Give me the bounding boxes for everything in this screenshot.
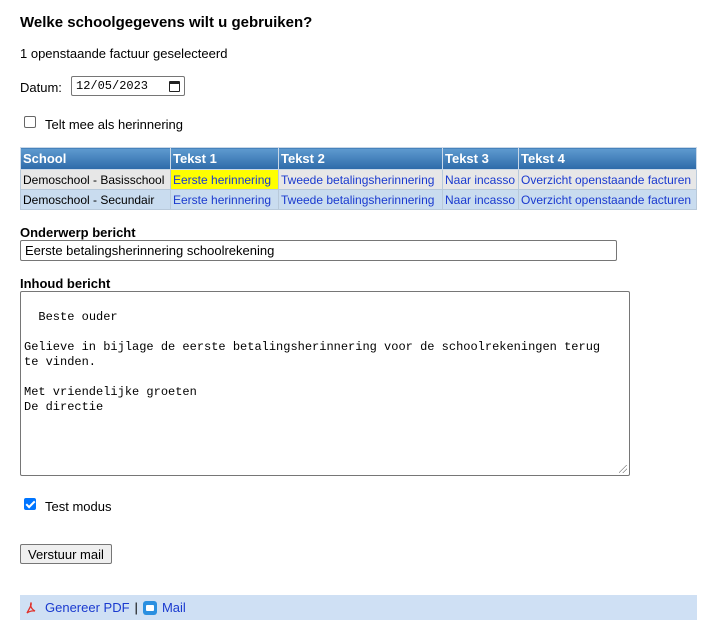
pdf-icon xyxy=(26,601,36,614)
subject-label: Onderwerp bericht xyxy=(20,225,136,240)
tekst2-link[interactable]: Tweede betalingsherinnering xyxy=(278,169,443,190)
school-cell: Demoschool - Basisschool xyxy=(20,169,171,190)
page-heading: Welke schoolgegevens wilt u gebruiken? xyxy=(20,14,313,31)
subject-input[interactable]: Eerste betalingsherinnering schoolrekeni… xyxy=(20,240,617,261)
datum-label: Datum: xyxy=(20,80,62,95)
test-mode-label: Test modus xyxy=(45,499,112,514)
mail-link[interactable]: Mail xyxy=(162,600,186,615)
body-textarea[interactable]: Beste ouder Gelieve in bijlage de eerste… xyxy=(20,291,630,476)
body-label: Inhoud bericht xyxy=(20,276,111,291)
datum-value: 12/05/2023 xyxy=(76,79,149,93)
col-tekst4: Tekst 4 xyxy=(518,147,697,170)
tekst2-link[interactable]: Tweede betalingsherinnering xyxy=(278,189,443,210)
test-mode-checkbox[interactable] xyxy=(24,498,36,510)
tekst1-link[interactable]: Eerste herinnering xyxy=(170,189,279,210)
selection-summary: 1 openstaande factuur geselecteerd xyxy=(20,46,228,61)
resize-grip-icon[interactable] xyxy=(619,465,627,473)
table-row: Demoschool - Basisschool Eerste herinner… xyxy=(20,169,697,190)
table-header-row: School Tekst 1 Tekst 2 Tekst 3 Tekst 4 xyxy=(20,147,697,170)
col-tekst1: Tekst 1 xyxy=(170,147,279,170)
school-text-table: School Tekst 1 Tekst 2 Tekst 3 Tekst 4 D… xyxy=(20,147,697,210)
reminder-checkbox[interactable] xyxy=(24,116,36,128)
col-tekst2: Tekst 2 xyxy=(278,147,443,170)
tekst1-link-selected[interactable]: Eerste herinnering xyxy=(170,169,279,190)
tekst3-link[interactable]: Naar incasso xyxy=(442,169,519,190)
footer-separator: | xyxy=(134,600,138,615)
body-value: Beste ouder Gelieve in bijlage de eerste… xyxy=(24,310,601,414)
send-mail-button[interactable]: Verstuur mail xyxy=(20,544,112,564)
tekst4-link[interactable]: Overzicht openstaande facturen xyxy=(518,189,697,210)
footer-bar: Genereer PDF | Mail xyxy=(20,595,697,620)
school-cell: Demoschool - Secundair xyxy=(20,189,171,210)
calendar-icon[interactable] xyxy=(169,80,180,92)
tekst4-link[interactable]: Overzicht openstaande facturen xyxy=(518,169,697,190)
datum-input[interactable]: 12/05/2023 xyxy=(71,76,185,96)
subject-value: Eerste betalingsherinnering schoolrekeni… xyxy=(25,243,275,258)
table-row: Demoschool - Secundair Eerste herinnerin… xyxy=(20,189,697,210)
mail-icon xyxy=(142,600,157,615)
reminder-checkbox-label: Telt mee als herinnering xyxy=(45,117,184,132)
col-tekst3: Tekst 3 xyxy=(442,147,519,170)
col-school: School xyxy=(20,147,171,170)
tekst3-link[interactable]: Naar incasso xyxy=(442,189,519,210)
generate-pdf-link[interactable]: Genereer PDF xyxy=(45,600,130,615)
